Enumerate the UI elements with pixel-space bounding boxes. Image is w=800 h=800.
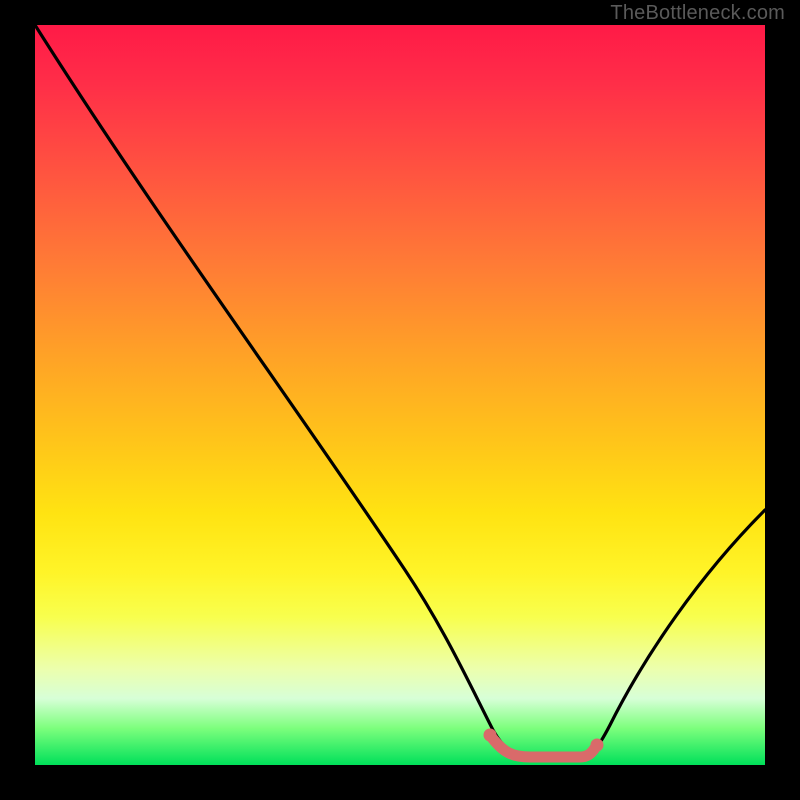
chart-svg (35, 25, 765, 765)
bottleneck-curve-line (35, 25, 765, 757)
plot-area (35, 25, 765, 765)
marker-dot-right (591, 739, 604, 752)
watermark-text: TheBottleneck.com (610, 2, 785, 25)
marker-region-line (490, 735, 595, 757)
marker-dot-left (484, 729, 497, 742)
